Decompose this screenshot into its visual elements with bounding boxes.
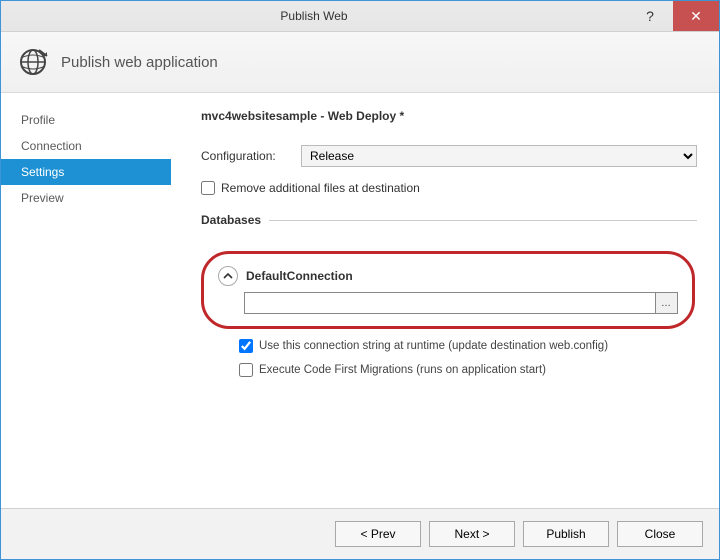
execute-migrations-checkbox[interactable]: [239, 363, 253, 377]
dialog-header: Publish web application: [1, 32, 719, 93]
sidebar-item-connection[interactable]: Connection: [1, 133, 171, 159]
publish-web-dialog: Publish Web ? ✕ Publish web application …: [0, 0, 720, 560]
databases-section-header: Databases: [201, 213, 697, 227]
configuration-select[interactable]: Release: [301, 145, 697, 167]
ellipsis-icon: …: [661, 298, 672, 309]
use-connection-checkbox[interactable]: [239, 339, 253, 353]
section-divider: [269, 220, 697, 221]
databases-section-title: Databases: [201, 213, 261, 227]
sidebar-item-preview[interactable]: Preview: [1, 185, 171, 211]
wizard-sidebar: Profile Connection Settings Preview: [1, 93, 171, 508]
connection-string-row: …: [244, 292, 678, 314]
window-title: Publish Web: [1, 9, 627, 23]
help-button[interactable]: ?: [627, 1, 673, 31]
execute-migrations-label: Execute Code First Migrations (runs on a…: [259, 364, 546, 376]
settings-pane: mvc4websitesample - Web Deploy * Configu…: [171, 93, 719, 508]
page-title: mvc4websitesample - Web Deploy *: [201, 109, 697, 123]
configuration-label: Configuration:: [201, 149, 291, 163]
browse-connection-button[interactable]: …: [656, 292, 678, 314]
connection-string-input[interactable]: [244, 292, 656, 314]
main-area: Profile Connection Settings Preview mvc4…: [1, 93, 719, 508]
db-name: DefaultConnection: [246, 269, 353, 283]
db-header: DefaultConnection: [218, 266, 678, 286]
close-button[interactable]: Close: [617, 521, 703, 547]
execute-migrations-row: Execute Code First Migrations (runs on a…: [239, 363, 697, 377]
use-connection-label: Use this connection string at runtime (u…: [259, 340, 608, 352]
use-connection-row: Use this connection string at runtime (u…: [239, 339, 697, 353]
sidebar-item-settings[interactable]: Settings: [1, 159, 171, 185]
remove-files-row: Remove additional files at destination: [201, 181, 697, 195]
prev-button[interactable]: < Prev: [335, 521, 421, 547]
close-window-button[interactable]: ✕: [673, 1, 719, 31]
remove-files-checkbox[interactable]: [201, 181, 215, 195]
collapse-icon[interactable]: [218, 266, 238, 286]
next-button[interactable]: Next >: [429, 521, 515, 547]
publish-button[interactable]: Publish: [523, 521, 609, 547]
configuration-row: Configuration: Release: [201, 145, 697, 167]
sidebar-item-profile[interactable]: Profile: [1, 107, 171, 133]
title-bar: Publish Web ? ✕: [1, 1, 719, 32]
globe-icon: [17, 46, 49, 78]
dialog-footer: < Prev Next > Publish Close: [1, 508, 719, 559]
window-controls: ? ✕: [627, 1, 719, 31]
default-connection-callout: DefaultConnection …: [201, 251, 695, 329]
dialog-title: Publish web application: [61, 54, 218, 71]
wizard-steps: Profile Connection Settings Preview: [1, 107, 171, 211]
remove-files-label: Remove additional files at destination: [221, 181, 420, 195]
